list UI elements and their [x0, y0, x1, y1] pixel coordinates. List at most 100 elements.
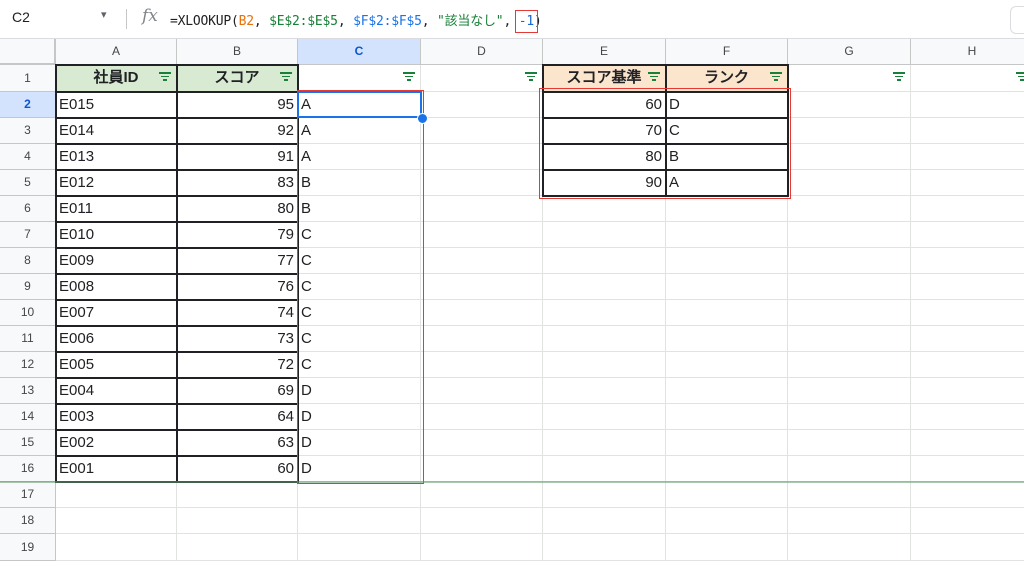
header-rank-result[interactable] [298, 65, 421, 92]
row-header-18[interactable]: 18 [0, 508, 56, 534]
column-header-c[interactable]: C [298, 39, 421, 65]
cell-f7[interactable] [666, 222, 788, 248]
row-header-17[interactable]: 17 [0, 482, 56, 508]
cell-h6[interactable] [911, 196, 1024, 222]
cell-d6[interactable] [421, 196, 543, 222]
cell-score[interactable]: 91 [177, 144, 298, 170]
cell-g15[interactable] [788, 430, 911, 456]
row-header-12[interactable]: 12 [0, 352, 56, 378]
cell-employee-id[interactable]: E004 [56, 378, 177, 404]
cell-rank-result[interactable]: C [298, 248, 421, 274]
filter-icon[interactable] [403, 72, 415, 81]
cell-a17[interactable] [56, 482, 177, 508]
header-score-threshold[interactable]: スコア基準 [543, 65, 666, 92]
cell-e13[interactable] [543, 378, 666, 404]
cell-d8[interactable] [421, 248, 543, 274]
expand-formula-bar-button[interactable] [1010, 6, 1024, 34]
cell-employee-id[interactable]: E011 [56, 196, 177, 222]
cell-score[interactable]: 80 [177, 196, 298, 222]
cell-a19[interactable] [56, 534, 177, 561]
cell-rank-result[interactable]: D [298, 378, 421, 404]
row-header-1[interactable]: 1 [0, 65, 56, 92]
cell-score-threshold[interactable]: 80 [543, 144, 666, 170]
column-header-f[interactable]: F [666, 39, 788, 65]
row-header-15[interactable]: 15 [0, 430, 56, 456]
cell-employee-id[interactable]: E007 [56, 300, 177, 326]
cell-e6[interactable] [543, 196, 666, 222]
cell-g11[interactable] [788, 326, 911, 352]
row-header-8[interactable]: 8 [0, 248, 56, 274]
cell-rank[interactable]: B [666, 144, 788, 170]
cell-d13[interactable] [421, 378, 543, 404]
filter-icon[interactable] [648, 72, 660, 81]
filter-icon[interactable] [1016, 72, 1024, 81]
filter-icon[interactable] [893, 72, 905, 81]
cell-g17[interactable] [788, 482, 911, 508]
cell-score[interactable]: 73 [177, 326, 298, 352]
cell-d1[interactable] [421, 65, 543, 92]
column-header-g[interactable]: G [788, 39, 911, 65]
cell-e16[interactable] [543, 456, 666, 482]
cell-f14[interactable] [666, 404, 788, 430]
cell-employee-id[interactable]: E006 [56, 326, 177, 352]
cell-rank-result[interactable]: C [298, 352, 421, 378]
cell-g8[interactable] [788, 248, 911, 274]
cell-f9[interactable] [666, 274, 788, 300]
cell-h15[interactable] [911, 430, 1024, 456]
cell-d5[interactable] [421, 170, 543, 196]
column-header-h[interactable]: H [911, 39, 1024, 65]
cell-e10[interactable] [543, 300, 666, 326]
cell-score[interactable]: 60 [177, 456, 298, 482]
cell-h3[interactable] [911, 118, 1024, 144]
cell-d4[interactable] [421, 144, 543, 170]
cell-f12[interactable] [666, 352, 788, 378]
cell-d11[interactable] [421, 326, 543, 352]
header-rank[interactable]: ランク [666, 65, 788, 92]
cell-d9[interactable] [421, 274, 543, 300]
cell-e7[interactable] [543, 222, 666, 248]
cell-b18[interactable] [177, 508, 298, 534]
cell-score[interactable]: 76 [177, 274, 298, 300]
cell-h9[interactable] [911, 274, 1024, 300]
cell-f17[interactable] [666, 482, 788, 508]
row-header-11[interactable]: 11 [0, 326, 56, 352]
cell-f13[interactable] [666, 378, 788, 404]
cell-employee-id[interactable]: E009 [56, 248, 177, 274]
cell-score[interactable]: 64 [177, 404, 298, 430]
cell-score[interactable]: 79 [177, 222, 298, 248]
cell-rank-result[interactable]: A [298, 118, 421, 144]
cell-score[interactable]: 95 [177, 92, 298, 118]
cell-c19[interactable] [298, 534, 421, 561]
fill-handle[interactable] [417, 113, 428, 124]
cell-h4[interactable] [911, 144, 1024, 170]
cell-rank-result[interactable]: C [298, 274, 421, 300]
row-header-7[interactable]: 7 [0, 222, 56, 248]
cell-h5[interactable] [911, 170, 1024, 196]
cell-f15[interactable] [666, 430, 788, 456]
cell-g14[interactable] [788, 404, 911, 430]
cell-score-threshold[interactable]: 60 [543, 92, 666, 118]
cell-score-threshold[interactable]: 90 [543, 170, 666, 196]
cell-h18[interactable] [911, 508, 1024, 534]
row-header-9[interactable]: 9 [0, 274, 56, 300]
cell-score[interactable]: 69 [177, 378, 298, 404]
row-header-16[interactable]: 16 [0, 456, 56, 482]
cell-rank-result[interactable]: D [298, 404, 421, 430]
cell-d18[interactable] [421, 508, 543, 534]
cell-rank-result[interactable]: A [298, 92, 421, 118]
cell-g1[interactable] [788, 65, 911, 92]
cell-a18[interactable] [56, 508, 177, 534]
cell-d7[interactable] [421, 222, 543, 248]
cell-g16[interactable] [788, 456, 911, 482]
cell-e8[interactable] [543, 248, 666, 274]
row-header-10[interactable]: 10 [0, 300, 56, 326]
cell-e17[interactable] [543, 482, 666, 508]
row-header-4[interactable]: 4 [0, 144, 56, 170]
cell-rank[interactable]: C [666, 118, 788, 144]
cell-rank[interactable]: A [666, 170, 788, 196]
cell-h17[interactable] [911, 482, 1024, 508]
cell-g9[interactable] [788, 274, 911, 300]
cell-d2[interactable] [421, 92, 543, 118]
cell-h10[interactable] [911, 300, 1024, 326]
cell-e9[interactable] [543, 274, 666, 300]
